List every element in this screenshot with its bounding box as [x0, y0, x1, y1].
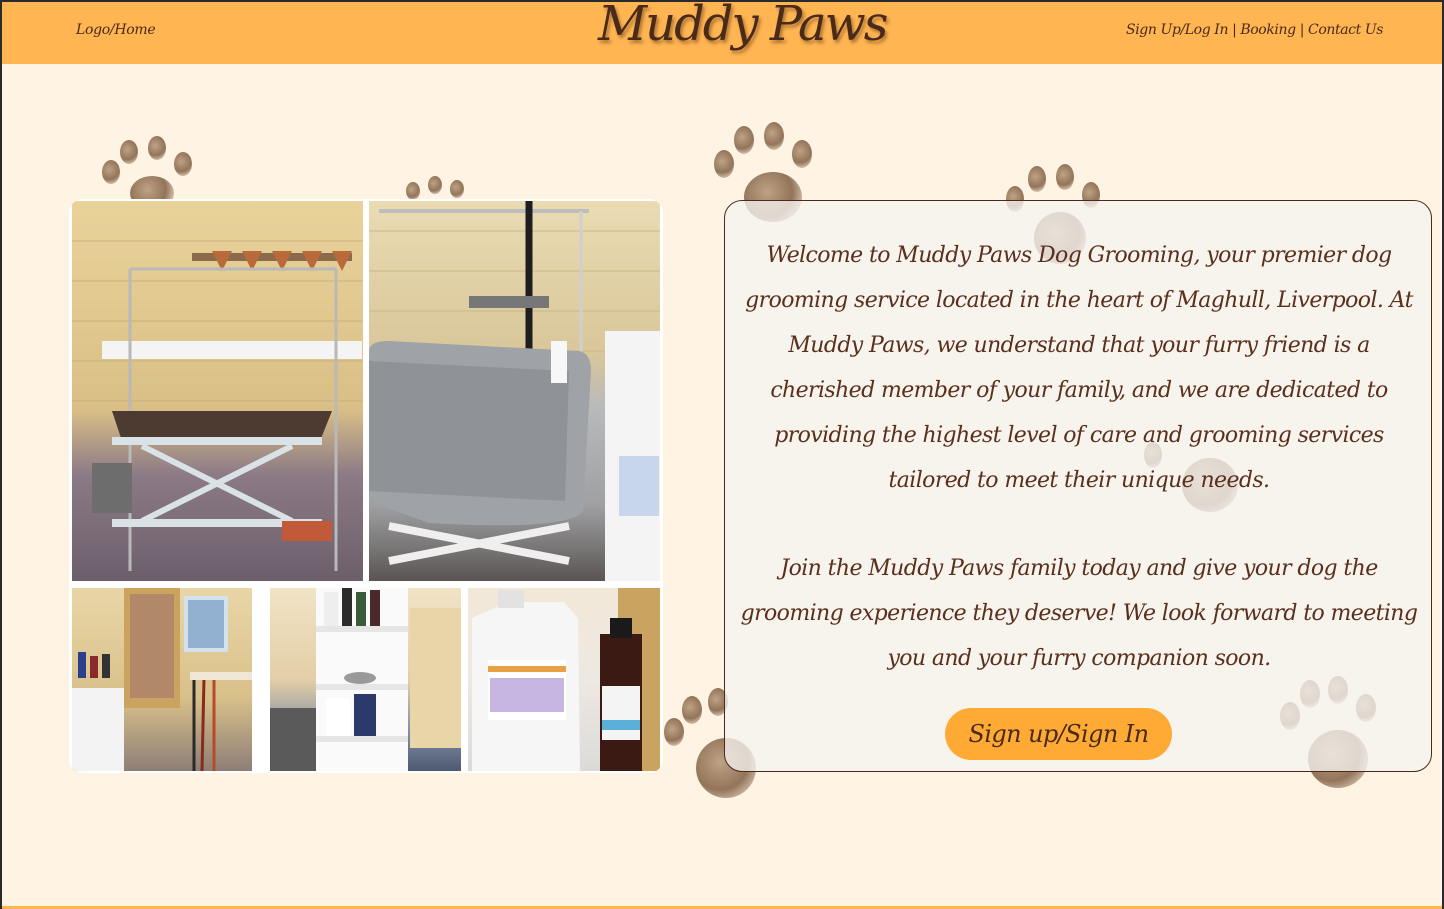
- dog-bath-photo: [369, 201, 660, 581]
- join-paragraph: Join the Muddy Paws family today and giv…: [740, 556, 1418, 671]
- nav-booking[interactable]: Booking: [1240, 22, 1296, 38]
- leads-hooks-photo: [72, 588, 264, 771]
- nav-signup-login[interactable]: Sign Up/Log In: [1126, 22, 1228, 38]
- grooming-table-photo: [72, 201, 363, 581]
- welcome-paragraph: Welcome to Muddy Paws Dog Grooming, your…: [745, 243, 1413, 493]
- logo-home-link[interactable]: Logo/Home: [76, 22, 156, 38]
- main-nav: Sign Up/Log In | Booking | Contact Us: [1126, 22, 1383, 38]
- site-header: Logo/Home Muddy Paws Sign Up/Log In | Book…: [2, 0, 1442, 64]
- shampoo-bottles-photo: [468, 588, 660, 771]
- nav-separator: |: [1232, 22, 1237, 38]
- welcome-card: Welcome to Muddy Paws Dog Grooming, your…: [724, 200, 1432, 772]
- nav-separator: |: [1299, 22, 1305, 38]
- shelf-supplies-photo: [270, 588, 461, 771]
- site-title: Muddy Paws: [598, 0, 888, 52]
- paw-print-icon: [402, 172, 482, 202]
- paw-print-icon: [98, 130, 208, 210]
- photo-gallery: [69, 199, 663, 773]
- nav-contact[interactable]: Contact Us: [1308, 22, 1383, 38]
- signup-signin-button[interactable]: Sign up/Sign In: [945, 708, 1172, 760]
